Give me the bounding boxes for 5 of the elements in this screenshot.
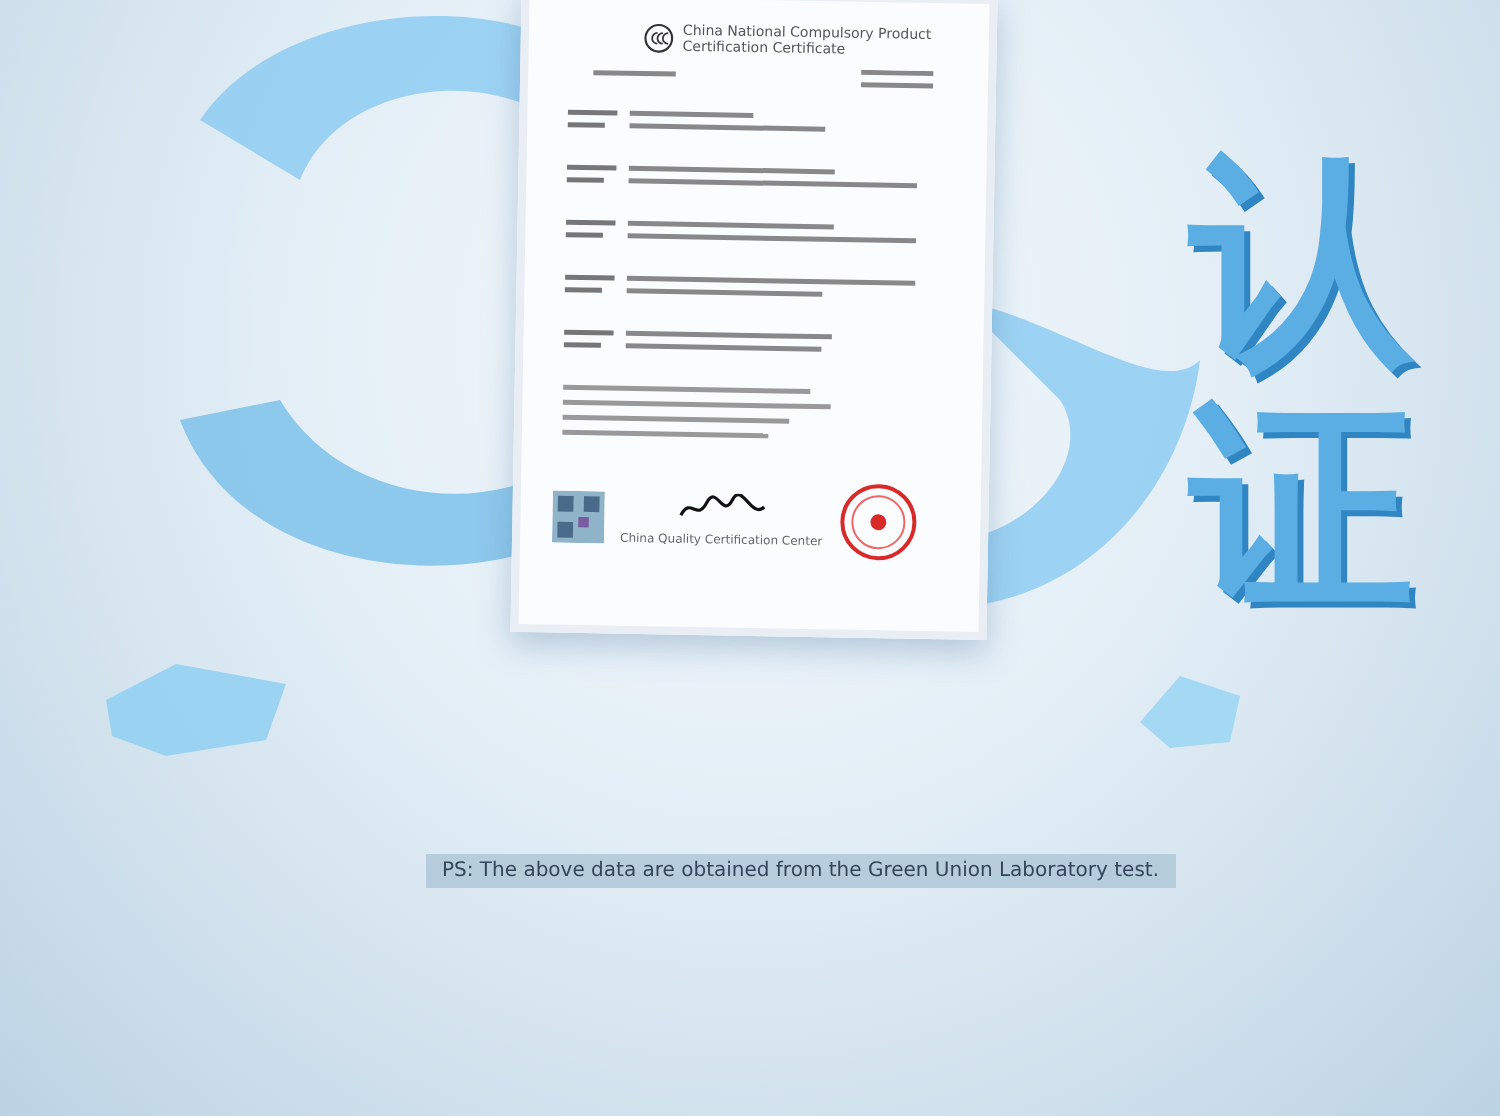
headline-chinese: 认证	[1190, 140, 1414, 633]
footnote-caption: PS: The above data are obtained from the Green Union Laboratory test.	[426, 854, 1176, 888]
qr-code-icon	[552, 490, 605, 544]
seal-icon	[837, 481, 920, 564]
ccc-logo-icon	[642, 22, 676, 55]
